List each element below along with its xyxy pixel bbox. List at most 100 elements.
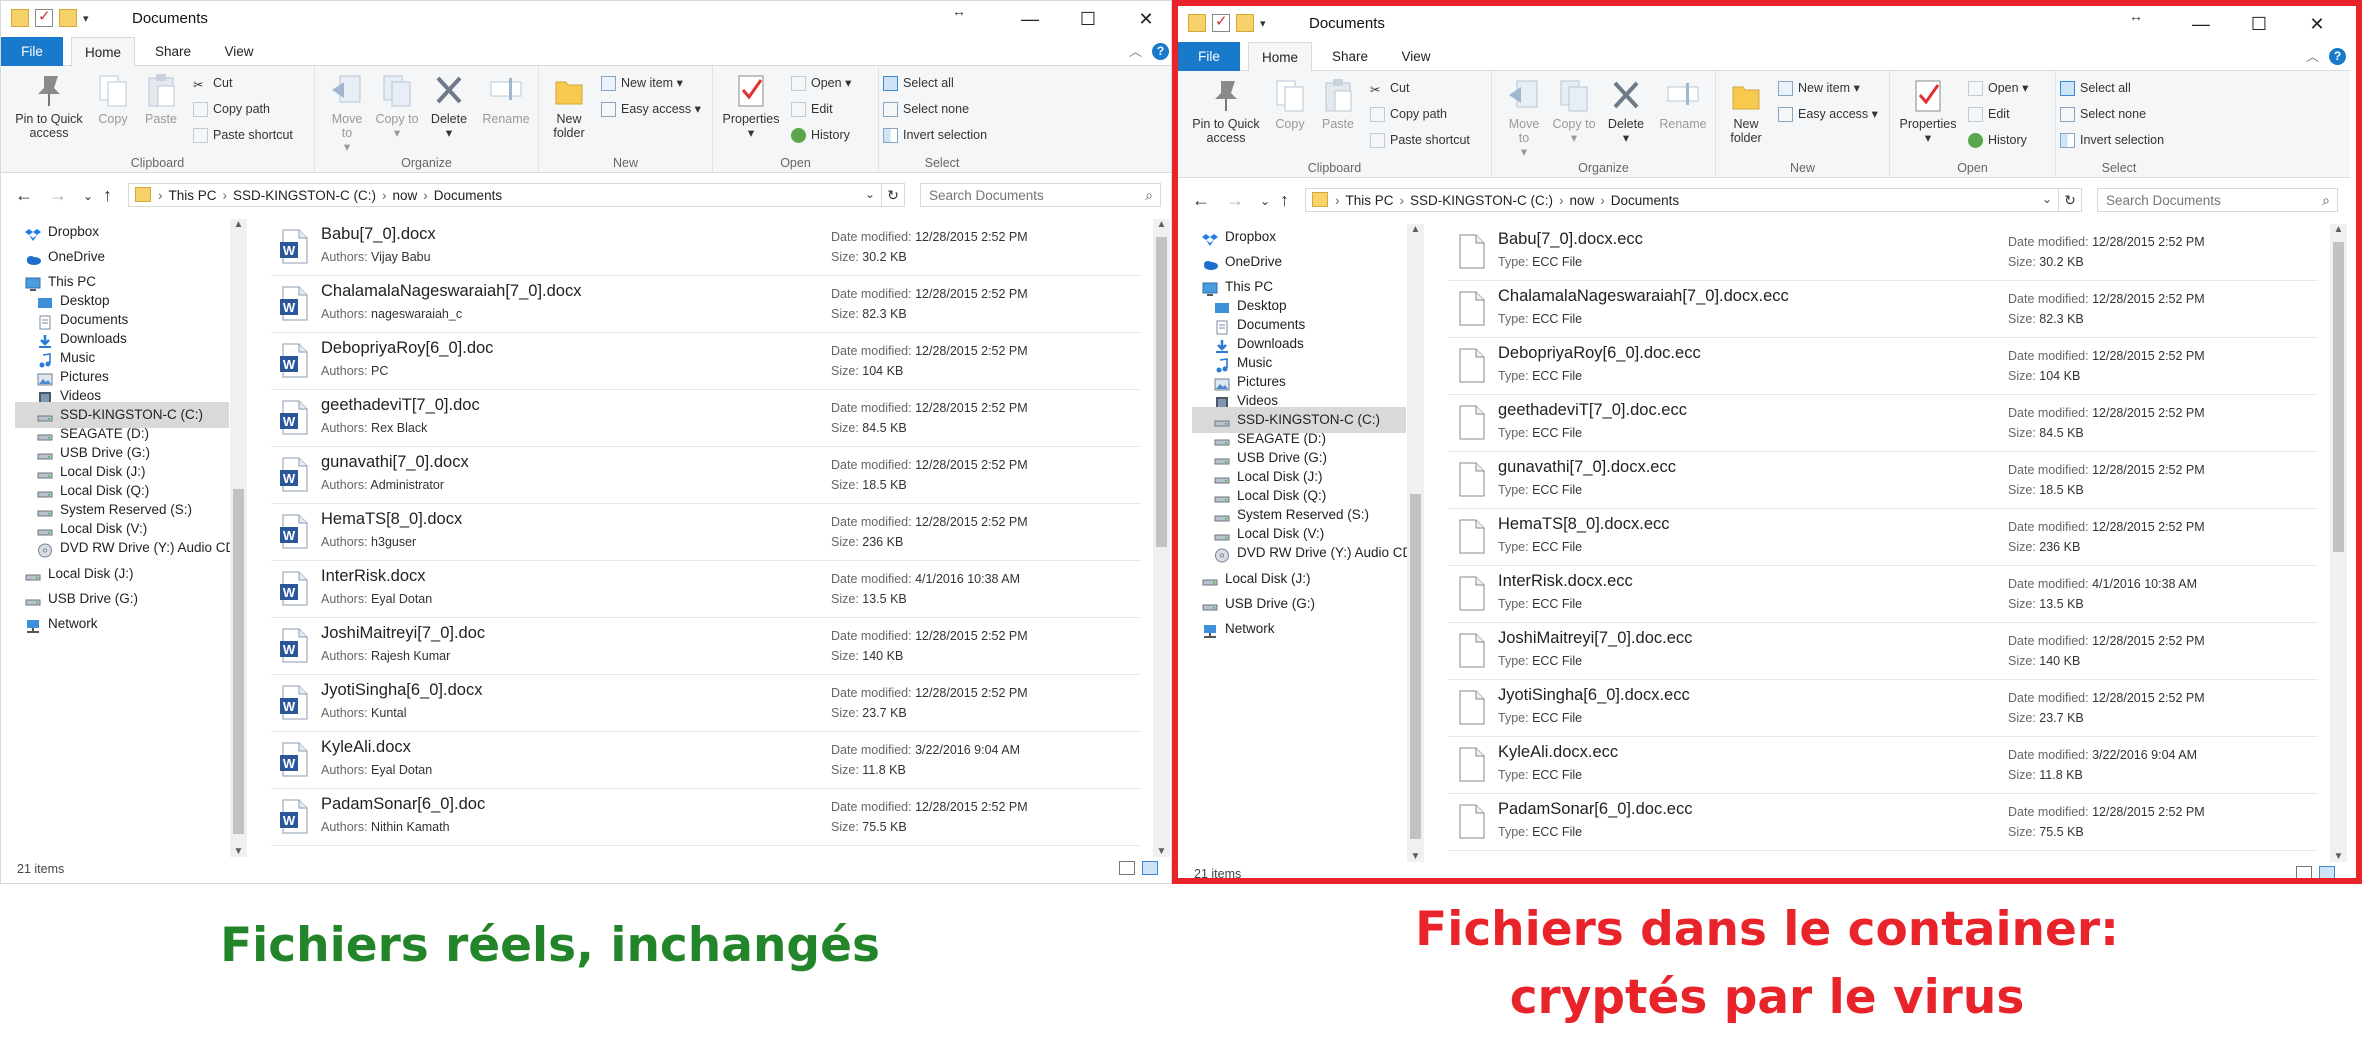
nav-item[interactable]: OneDrive: [1194, 249, 1406, 275]
refresh-icon[interactable]: ↻: [881, 183, 905, 207]
scroll-up-icon[interactable]: ▲: [2330, 224, 2347, 235]
paste-button[interactable]: Paste: [141, 72, 181, 126]
details-view-icon[interactable]: [1119, 861, 1135, 875]
crumb-this-pc[interactable]: This PC: [1346, 193, 1394, 208]
file-row[interactable]: PadamSonar[6_0].doc.ecc Type: ECC File Dat…: [1448, 794, 2318, 851]
copy-to-button[interactable]: Copy to ▾: [375, 72, 419, 140]
crumb-documents[interactable]: Documents: [1611, 193, 1679, 208]
easy-access-button[interactable]: Easy access ▾: [1778, 105, 1878, 123]
paste-button[interactable]: Paste: [1318, 77, 1358, 131]
scroll-down-icon[interactable]: ▼: [2330, 851, 2347, 862]
history-button[interactable]: History: [1968, 131, 2027, 149]
file-row[interactable]: Wgunavathi[7_0].docx Authors: Administrat…: [271, 447, 1141, 504]
file-row[interactable]: InterRisk.docx.ecc Type: ECC File Date mod…: [1448, 566, 2318, 623]
properties-button[interactable]: Properties ▾: [719, 72, 783, 140]
paste-shortcut-button[interactable]: Paste shortcut: [1370, 131, 1470, 149]
nav-item[interactable]: Dropbox: [1194, 224, 1406, 250]
tab-share[interactable]: Share: [1318, 42, 1382, 71]
properties-button[interactable]: Properties ▾: [1896, 77, 1960, 145]
crumb-drive[interactable]: SSD-KINGSTON-C (C:): [1410, 193, 1553, 208]
nav-item[interactable]: OneDrive: [17, 244, 229, 270]
copy-button[interactable]: Copy: [93, 72, 133, 126]
file-row[interactable]: ChalamalaNageswaraiah[7_0].docx.ecc Type:…: [1448, 281, 2318, 338]
select-none-button[interactable]: Select none: [883, 100, 969, 118]
recent-locations-icon[interactable]: ⌄: [83, 189, 93, 203]
refresh-icon[interactable]: ↻: [2058, 188, 2082, 212]
file-row[interactable]: W KyleAli.docx Authors: Eyal Dotan Date mod…: [271, 732, 1141, 789]
file-row[interactable]: geethadeviT[7_0].doc.ecc Type: ECC File Da…: [1448, 395, 2318, 452]
new-item-button[interactable]: New item ▾: [1778, 79, 1860, 97]
nav-item[interactable]: Dropbox: [17, 219, 229, 245]
file-row[interactable]: W HemaTS[8_0].docx Authors: h3guser Date mo…: [271, 504, 1141, 561]
file-row[interactable]: Babu[7_0].docx.ecc Type: ECC File Date mod…: [1448, 224, 2318, 281]
nav-scrollbar[interactable]: ▲ ▼: [1407, 224, 1424, 862]
file-row[interactable]: W InterRisk.docx Authors: Eyal Dotan Date m…: [271, 561, 1141, 618]
cut-button[interactable]: ✂ Cut: [1370, 79, 1409, 97]
minimize-icon[interactable]: —: [1001, 1, 1059, 37]
scroll-down-icon[interactable]: ▼: [1153, 846, 1170, 857]
tiles-view-icon[interactable]: [2319, 866, 2335, 878]
scroll-up-icon[interactable]: ▲: [230, 219, 247, 230]
up-icon[interactable]: ↑: [1280, 190, 1289, 211]
file-row[interactable]: WgeethadeviT[7_0].doc Authors: Rex Black D…: [271, 390, 1141, 447]
back-icon[interactable]: ←: [1192, 190, 1210, 211]
nav-item[interactable]: Network: [17, 611, 229, 637]
up-icon[interactable]: ↑: [103, 185, 112, 206]
file-row[interactable]: gunavathi[7_0].docx.ecc Type: ECC File Dat…: [1448, 452, 2318, 509]
crumb-documents[interactable]: Documents: [434, 188, 502, 203]
edit-button[interactable]: Edit: [1968, 105, 2010, 123]
file-row[interactable]: W JoshiMaitreyi[7_0].doc Authors: Rajesh K…: [271, 618, 1141, 675]
nav-item[interactable]: DVD RW Drive (Y:) Audio CD: [15, 535, 235, 561]
scrollbar-thumb[interactable]: [1410, 494, 1421, 839]
crumb-now[interactable]: now: [1570, 193, 1595, 208]
new-folder-button[interactable]: New folder: [547, 72, 591, 140]
maximize-icon[interactable]: ☐: [2230, 6, 2288, 42]
tab-view[interactable]: View: [207, 37, 271, 66]
rename-button[interactable]: Rename: [1656, 77, 1710, 131]
search-input[interactable]: [921, 184, 1121, 206]
minimize-icon[interactable]: —: [2172, 6, 2230, 42]
scroll-up-icon[interactable]: ▲: [1153, 219, 1170, 230]
open-button[interactable]: Open ▾: [1968, 79, 2028, 97]
select-all-button[interactable]: Select all: [2060, 79, 2131, 97]
search-icon[interactable]: ⌕: [1145, 187, 1153, 204]
properties-qat-icon[interactable]: [1212, 12, 1230, 32]
nav-scrollbar[interactable]: ▲ ▼: [230, 219, 247, 857]
forward-icon[interactable]: →: [1226, 190, 1244, 211]
new-item-button[interactable]: New item ▾: [601, 74, 683, 92]
crumb-drive[interactable]: SSD-KINGSTON-C (C:): [233, 188, 376, 203]
file-row[interactable]: DebopriyaRoy[6_0].doc.ecc Type: ECC File D…: [1448, 338, 2318, 395]
customize-qat-icon[interactable]: ▾: [83, 12, 89, 25]
files-scrollbar[interactable]: ▲ ▼: [1153, 219, 1170, 857]
search-icon[interactable]: ⌕: [2322, 192, 2330, 209]
file-row[interactable]: W ChalamalaNageswaraiah[7_0].docx Authors:…: [271, 276, 1141, 333]
scroll-down-icon[interactable]: ▼: [230, 846, 247, 857]
crumb-now[interactable]: now: [393, 188, 418, 203]
crumb-this-pc[interactable]: This PC: [169, 188, 217, 203]
file-row[interactable]: JyotiSingha[6_0].docx.ecc Type: ECC File D…: [1448, 680, 2318, 737]
file-row[interactable]: HemaTS[8_0].docx.ecc Type: ECC File Date m…: [1448, 509, 2318, 566]
nav-item[interactable]: DVD RW Drive (Y:) Audio CD: [1192, 540, 1412, 566]
file-row[interactable]: JoshiMaitreyi[7_0].doc.ecc Type: ECC File…: [1448, 623, 2318, 680]
open-button[interactable]: Open ▾: [791, 74, 851, 92]
nav-item[interactable]: Local Disk (J:): [1194, 566, 1406, 592]
pin-quick-access-button[interactable]: Pin to Quick access: [1184, 77, 1268, 145]
file-row[interactable]: KyleAli.docx.ecc Type: ECC File Date modif…: [1448, 737, 2318, 794]
copy-path-button[interactable]: Copy path: [1370, 105, 1447, 123]
select-none-button[interactable]: Select none: [2060, 105, 2146, 123]
nav-item[interactable]: USB Drive (G:): [17, 586, 229, 612]
scroll-down-icon[interactable]: ▼: [1407, 851, 1424, 862]
tab-file[interactable]: File: [1, 37, 63, 66]
back-icon[interactable]: ←: [15, 185, 33, 206]
help-icon[interactable]: ?: [2329, 48, 2346, 65]
collapse-ribbon-icon[interactable]: ︿: [1129, 41, 1142, 60]
file-row[interactable]: W Babu[7_0].docx Authors: Vijay Babu Date m…: [271, 219, 1141, 276]
new-folder-qat-icon[interactable]: [59, 9, 77, 27]
tab-share[interactable]: Share: [141, 37, 205, 66]
copy-to-button[interactable]: Copy to ▾: [1552, 77, 1596, 145]
move-to-button[interactable]: Move to ▾: [325, 72, 369, 154]
chevron-down-icon[interactable]: ⌄: [2042, 192, 2052, 206]
chevron-down-icon[interactable]: ⌄: [865, 187, 875, 201]
paste-shortcut-button[interactable]: Paste shortcut: [193, 126, 293, 144]
edit-button[interactable]: Edit: [791, 100, 833, 118]
